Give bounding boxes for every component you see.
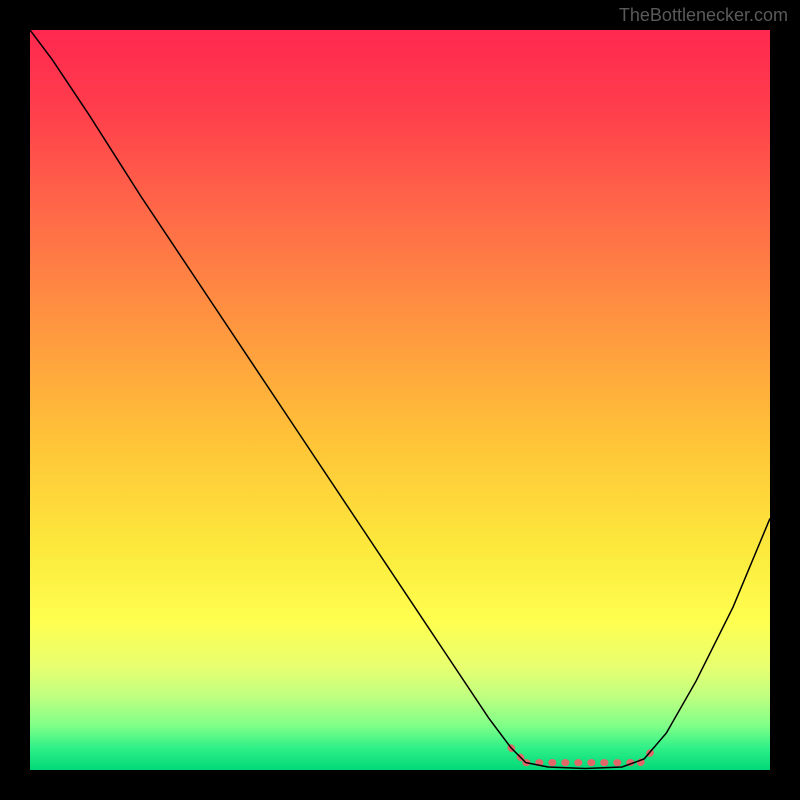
- chart-plot: [30, 30, 770, 770]
- chart-background: [30, 30, 770, 770]
- watermark-text: TheBottlenecker.com: [619, 5, 788, 26]
- chart-svg: [30, 30, 770, 770]
